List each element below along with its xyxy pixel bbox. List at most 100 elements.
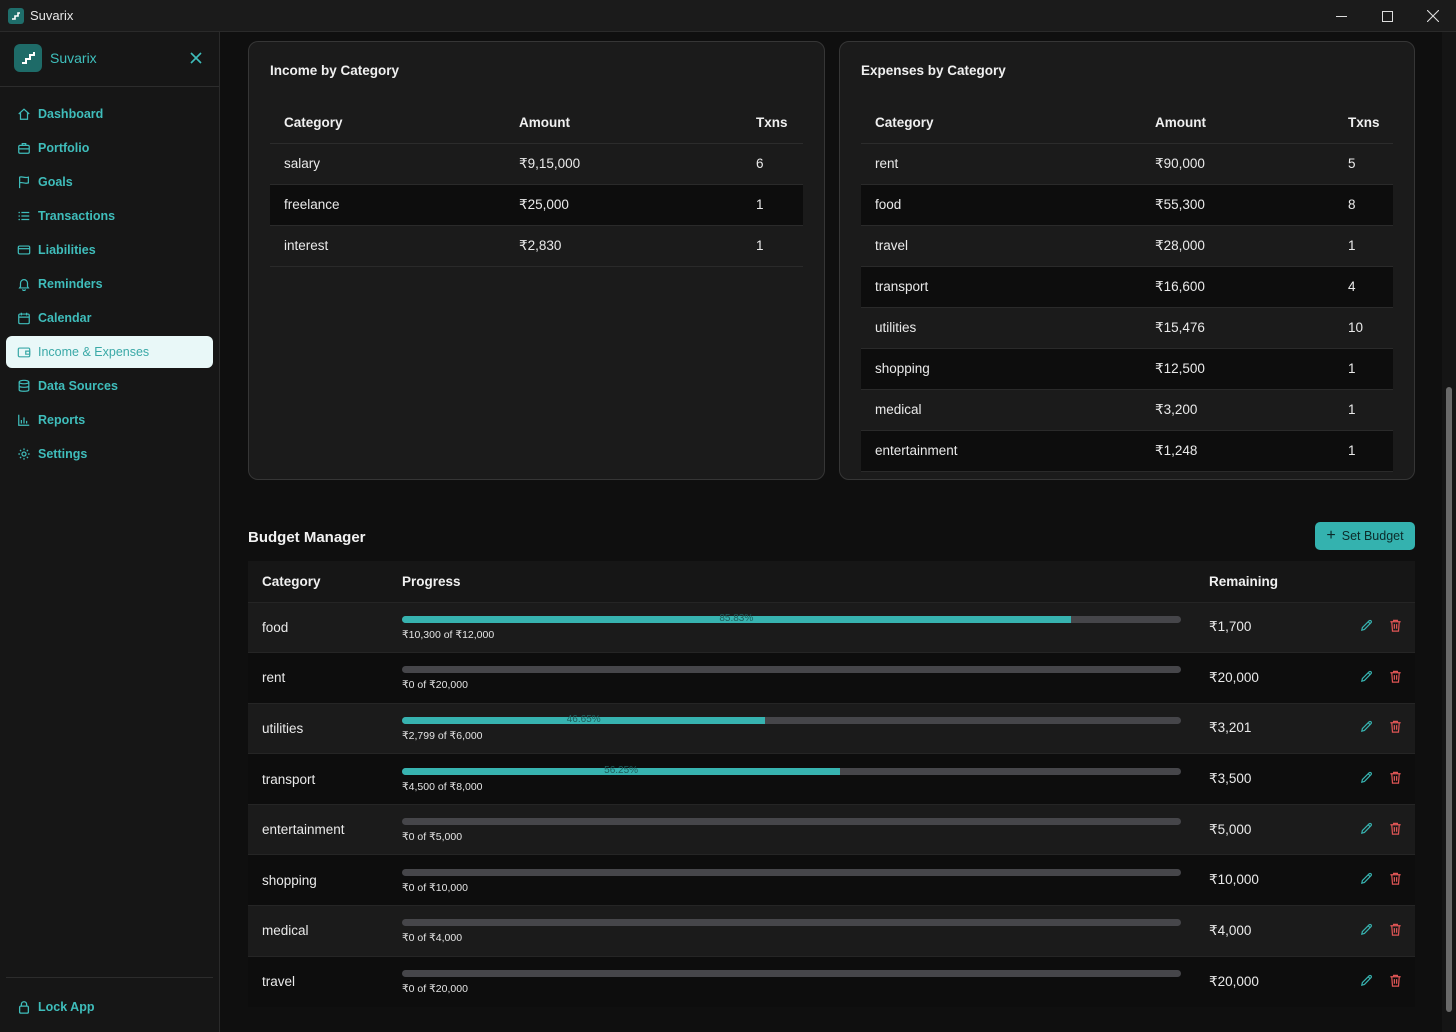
minimize-button[interactable] — [1318, 0, 1364, 32]
delete-budget-button[interactable] — [1388, 669, 1403, 687]
budget-manager-title: Budget Manager — [248, 529, 366, 546]
trash-icon — [1390, 873, 1401, 885]
edit-budget-button[interactable] — [1359, 871, 1374, 889]
txns-cell: 1 — [742, 225, 803, 267]
scrollbar-thumb[interactable] — [1446, 387, 1452, 1012]
delete-budget-button[interactable] — [1388, 871, 1403, 889]
edit-budget-button[interactable] — [1359, 669, 1374, 687]
expenses-table: Category Amount Txns rent ₹90,000 5 food ₹55… — [861, 102, 1393, 472]
progress-bar: 56.25% — [402, 764, 1181, 776]
sidebar-item-dashboard[interactable]: Dashboard — [6, 98, 213, 130]
table-row: transport ₹16,600 4 — [861, 266, 1393, 308]
actions-cell — [1331, 905, 1415, 957]
category-cell: shopping — [248, 854, 402, 906]
category-cell: salary — [270, 143, 505, 185]
actions-cell — [1331, 753, 1415, 805]
sidebar-item-income-expenses[interactable]: Income & Expenses — [6, 336, 213, 368]
progress-percent-label: 56.25% — [604, 764, 639, 776]
remaining-cell: ₹1,700 — [1209, 601, 1331, 653]
brand[interactable]: Suvarix — [14, 44, 97, 72]
spent-of-budget-text: ₹0 of ₹5,000 — [402, 831, 463, 844]
delete-budget-button[interactable] — [1388, 922, 1403, 940]
spent-of-budget-text: ₹0 of ₹10,000 — [402, 881, 468, 894]
table-row: medical ₹3,200 1 — [861, 389, 1393, 431]
list-icon — [18, 211, 30, 221]
edit-budget-button[interactable] — [1359, 719, 1374, 737]
title-bar: Suvarix — [0, 0, 1456, 32]
budget-row: shopping ₹0 of ₹10,000 ₹10,000 — [248, 854, 1415, 906]
sidebar-item-reports[interactable]: Reports — [6, 404, 213, 436]
set-budget-button[interactable]: + Set Budget — [1315, 522, 1415, 550]
sidebar-item-transactions[interactable]: Transactions — [6, 200, 213, 232]
window-title: Suvarix — [30, 8, 74, 23]
txns-cell: 8 — [1334, 184, 1393, 226]
table-row: food ₹55,300 8 — [861, 184, 1393, 226]
set-budget-label: Set Budget — [1341, 529, 1404, 543]
column-header-txns: Txns — [742, 102, 803, 144]
amount-cell: ₹90,000 — [1141, 143, 1334, 185]
sidebar-item-label: Calendar — [38, 311, 92, 325]
table-row: freelance ₹25,000 1 — [270, 184, 803, 226]
edit-icon — [1361, 822, 1372, 834]
table-row: shopping ₹12,500 1 — [861, 348, 1393, 390]
budget-row: utilities 46.65% ₹2,799 of ₹6,000 ₹3,201 — [248, 702, 1415, 754]
amount-cell: ₹1,248 — [1141, 430, 1334, 472]
progress-cell: 46.65% ₹2,799 of ₹6,000 — [402, 702, 1209, 754]
delete-budget-button[interactable] — [1388, 719, 1403, 737]
calendar-icon — [18, 312, 30, 325]
table-row: rent ₹90,000 5 — [861, 143, 1393, 185]
column-header-progress: Progress — [402, 561, 1209, 602]
divider — [0, 86, 219, 87]
edit-budget-button[interactable] — [1359, 922, 1374, 940]
sidebar-item-portfolio[interactable]: Portfolio — [6, 132, 213, 164]
progress-cell: ₹0 of ₹20,000 — [402, 955, 1209, 1007]
trash-icon — [1390, 974, 1401, 987]
delete-budget-button[interactable] — [1388, 821, 1403, 839]
maximize-button[interactable] — [1364, 0, 1410, 32]
lock-app-button[interactable]: Lock App — [17, 1000, 94, 1014]
income-table: Category Amount Txns salary ₹9,15,000 6 fre… — [270, 102, 803, 267]
sidebar-item-label: Portfolio — [38, 141, 90, 155]
delete-budget-button[interactable] — [1388, 618, 1403, 636]
category-cell: medical — [248, 905, 402, 957]
income-card-title: Income by Category — [270, 63, 400, 78]
sidebar-item-label: Transactions — [38, 209, 116, 223]
amount-cell: ₹25,000 — [505, 184, 742, 226]
close-sidebar-button[interactable] — [188, 50, 204, 66]
delete-budget-button[interactable] — [1388, 770, 1403, 788]
budget-row: food 85.83% ₹10,300 of ₹12,000 ₹1,700 — [248, 601, 1415, 653]
expenses-card-title: Expenses by Category — [861, 63, 1006, 78]
sidebar-item-goals[interactable]: Goals — [6, 166, 213, 198]
column-header-amount: Amount — [1141, 102, 1334, 144]
table-row: interest ₹2,830 1 — [270, 225, 803, 267]
table-row: entertainment ₹1,248 1 — [861, 430, 1393, 472]
amount-cell: ₹9,15,000 — [505, 143, 742, 185]
progress-percent-label: 85.83% — [719, 612, 754, 624]
close-window-button[interactable] — [1410, 0, 1456, 32]
edit-budget-button[interactable] — [1359, 770, 1374, 788]
sidebar-item-reminders[interactable]: Reminders — [6, 268, 213, 300]
sidebar-item-calendar[interactable]: Calendar — [6, 302, 213, 334]
gear-icon — [18, 448, 30, 460]
brand-name: Suvarix — [50, 50, 97, 66]
sidebar-item-data-sources[interactable]: Data Sources — [6, 370, 213, 402]
table-row: travel ₹28,000 1 — [861, 225, 1393, 267]
actions-cell — [1331, 955, 1415, 1007]
sidebar-nav: Dashboard Portfolio Goals Transactions Liabi… — [6, 98, 213, 472]
sidebar: Suvarix Dashboard Portfolio Goals Transacti… — [0, 32, 220, 1032]
edit-budget-button[interactable] — [1359, 821, 1374, 839]
trash-icon — [1390, 670, 1401, 683]
progress-cell: 56.25% ₹4,500 of ₹8,000 — [402, 753, 1209, 805]
remaining-cell: ₹20,000 — [1209, 652, 1331, 704]
scrollbar[interactable] — [1442, 32, 1456, 1032]
delete-budget-button[interactable] — [1388, 973, 1403, 991]
edit-budget-button[interactable] — [1359, 618, 1374, 636]
remaining-cell: ₹5,000 — [1209, 803, 1331, 855]
sidebar-item-liabilities[interactable]: Liabilities — [6, 234, 213, 266]
budget-row: travel ₹0 of ₹20,000 ₹20,000 — [248, 955, 1415, 1007]
column-header-txns: Txns — [1334, 102, 1393, 144]
edit-budget-button[interactable] — [1359, 973, 1374, 991]
sidebar-item-settings[interactable]: Settings — [6, 438, 213, 470]
remaining-cell: ₹3,500 — [1209, 753, 1331, 805]
edit-icon — [1361, 974, 1372, 986]
